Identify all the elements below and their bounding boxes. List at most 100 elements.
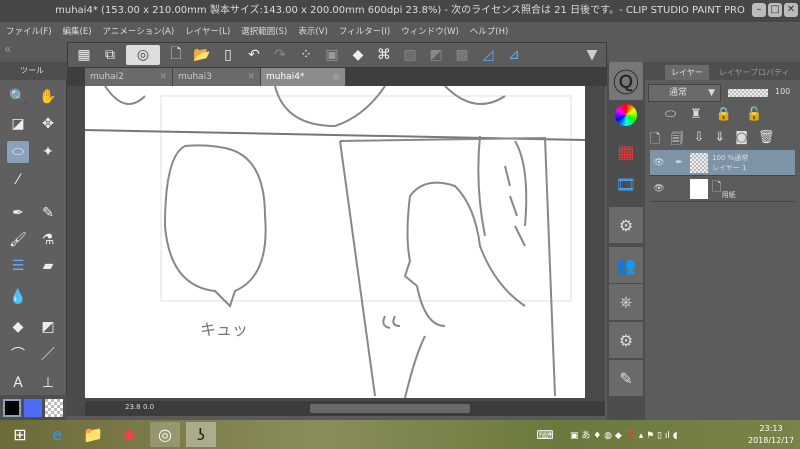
system-tray-icons[interactable]: ▣ あ ♦ ◍ ◆ ❓ ▴ ⚑ ▯ ıl ◖ xyxy=(570,428,677,441)
menu-selection[interactable]: 選択範囲(S) xyxy=(241,22,287,42)
redo-icon[interactable]: ↷ xyxy=(270,45,290,65)
chrome-icon[interactable]: ◉ xyxy=(114,422,144,447)
selection-border-icon[interactable]: ▩ xyxy=(452,45,472,65)
internet-explorer-icon[interactable]: e xyxy=(42,422,72,447)
clip-layer-icon[interactable]: ⬭ xyxy=(665,107,676,122)
grid-icon[interactable]: ▦ xyxy=(74,45,94,65)
opacity-value[interactable]: 100 xyxy=(775,87,790,96)
tool-property-icon[interactable]: ⚙ xyxy=(609,322,643,358)
pen-tool-icon[interactable]: ✒ xyxy=(7,202,29,224)
special-ruler-snap-icon[interactable]: ⊿ xyxy=(504,45,524,65)
deselect-icon[interactable]: ▨ xyxy=(400,45,420,65)
menu-layer[interactable]: レイヤー(L) xyxy=(185,22,230,42)
tab-muhai2[interactable]: muhai2 ✕ xyxy=(85,68,173,86)
tab-layer-property[interactable]: レイヤープロパティ xyxy=(713,65,796,80)
lock-icon[interactable]: 🔒 xyxy=(716,107,732,122)
file-explorer-icon[interactable]: 📁 xyxy=(78,422,108,447)
line-tool-icon[interactable]: ／ xyxy=(37,343,59,365)
balloon-tool-icon[interactable]: ⊥ xyxy=(37,372,59,394)
color-set-icon[interactable]: ▦ xyxy=(609,134,643,170)
windows-start-icon[interactable]: ⊞ xyxy=(5,422,35,447)
close-tab-icon[interactable]: ✕ xyxy=(159,68,167,86)
menu-edit[interactable]: 編集(E) xyxy=(63,22,92,42)
keyboard-icon[interactable]: ⌨ xyxy=(530,422,560,447)
new-folder-icon[interactable]: 🗐 xyxy=(670,130,683,152)
animation-timeline-icon[interactable]: 🎞 xyxy=(609,166,643,202)
layer-row[interactable]: 👁 ✒ 100 %通常 レイヤー 1 xyxy=(650,150,795,176)
minimize-button[interactable]: – xyxy=(752,3,766,17)
zoom-readout[interactable]: 23.8 xyxy=(125,403,141,411)
new-raster-layer-icon[interactable]: 🗋 xyxy=(650,130,660,152)
opacity-slider[interactable] xyxy=(728,89,768,97)
open-file-icon[interactable]: 📂 xyxy=(192,45,212,65)
brush-size-icon[interactable]: ✎ xyxy=(609,360,643,396)
ruler-snap-icon[interactable]: ◿ xyxy=(478,45,498,65)
merge-down-icon[interactable]: ⇩ xyxy=(693,130,704,152)
eraser-tool-icon[interactable]: ▰ xyxy=(37,255,59,277)
eyedropper-tool-icon[interactable]: ⁄ xyxy=(7,169,29,191)
sub-view-icon[interactable]: ⎈ xyxy=(609,284,643,320)
reference-layer-icon[interactable]: ♜ xyxy=(690,107,702,122)
decoration-tool-icon[interactable]: ☰ xyxy=(7,255,29,277)
transparent-color-swatch[interactable] xyxy=(45,399,63,417)
airbrush-tool-icon[interactable]: ⚗ xyxy=(37,229,59,251)
canvas-area[interactable]: キュッ 23.8 0.0 xyxy=(67,85,605,416)
tab-muhai3[interactable]: muhai3 ✕ xyxy=(173,68,261,86)
blend-mode-select[interactable]: 通常 ▼ xyxy=(648,84,721,102)
layer-mask-icon[interactable]: ◙ xyxy=(735,130,748,152)
horizontal-scrollbar[interactable] xyxy=(310,404,470,413)
transfer-down-icon[interactable]: ⇓ xyxy=(714,130,725,152)
selection-tool-icon[interactable]: ⬭ xyxy=(7,141,29,163)
blend-tool-icon[interactable]: 💧 xyxy=(7,286,29,308)
quick-access-icon[interactable]: Ⓠ xyxy=(609,62,643,100)
canvas-page[interactable]: キュッ xyxy=(84,85,586,399)
zoom-tool-icon[interactable]: 🔍 xyxy=(7,86,29,108)
brush-tool-icon[interactable]: 🖌 xyxy=(7,229,29,251)
clear-icon[interactable]: ⁘ xyxy=(296,45,316,65)
hand-tool-icon[interactable]: ✋ xyxy=(37,86,59,108)
rotation-readout[interactable]: 0.0 xyxy=(143,403,154,411)
fill-icon[interactable]: ◆ xyxy=(348,45,368,65)
save-icon[interactable]: ▯ xyxy=(218,45,238,65)
tab-muhai4[interactable]: muhai4* ● xyxy=(261,68,346,86)
toolbar-dropdown-icon[interactable]: ▼ xyxy=(582,45,602,65)
pencil-tool-icon[interactable]: ✎ xyxy=(37,202,59,224)
clip-studio-paint-icon[interactable]: ʖ xyxy=(186,422,216,447)
delete-layer-icon[interactable]: 🗑 xyxy=(758,130,775,152)
clear-outside-icon[interactable]: ▣ xyxy=(322,45,342,65)
window-mode-icon[interactable]: ⧉ xyxy=(100,45,120,65)
clock[interactable]: 23:13 2018/12/17 xyxy=(748,423,794,447)
close-tab-icon[interactable]: ✕ xyxy=(247,68,255,86)
menu-filter[interactable]: フィルター(I) xyxy=(339,22,390,42)
fill-tool-icon[interactable]: ◆ xyxy=(7,316,29,338)
transform-icon[interactable]: ⌘ xyxy=(374,45,394,65)
new-file-icon[interactable]: 🗋 xyxy=(166,45,186,65)
text-tool-icon[interactable]: A xyxy=(7,372,29,394)
operation-tool-icon[interactable]: ◪ xyxy=(7,113,29,135)
sub-color-swatch[interactable] xyxy=(24,399,42,417)
maximize-button[interactable]: □ xyxy=(768,3,782,17)
figure-tool-icon[interactable]: ⌒ xyxy=(7,343,29,365)
navigator-icon[interactable]: 👥 xyxy=(609,247,643,283)
undo-icon[interactable]: ↶ xyxy=(244,45,264,65)
menu-window[interactable]: ウィンドウ(W) xyxy=(401,22,459,42)
tab-layer[interactable]: レイヤー xyxy=(665,65,709,80)
lock-transparent-icon[interactable]: 🔓 xyxy=(746,107,762,122)
move-layer-tool-icon[interactable]: ✥ xyxy=(37,113,59,135)
material-icon[interactable]: ⚙ xyxy=(609,207,643,243)
close-button[interactable]: ✕ xyxy=(784,3,798,17)
magic-wand-tool-icon[interactable]: ✦ xyxy=(37,141,59,163)
eye-icon[interactable]: 👁 xyxy=(650,158,668,168)
invert-selection-icon[interactable]: ◩ xyxy=(426,45,446,65)
clip-studio-icon[interactable]: ◎ xyxy=(126,45,160,65)
gradient-tool-icon[interactable]: ◩ xyxy=(37,316,59,338)
menu-view[interactable]: 表示(V) xyxy=(298,22,327,42)
eye-icon[interactable]: 👁 xyxy=(650,184,668,194)
layer-row[interactable]: 👁 🗋 用紙 xyxy=(650,176,795,202)
main-color-swatch[interactable] xyxy=(3,399,21,417)
menu-file[interactable]: ファイル(F) xyxy=(6,22,52,42)
collapse-left-icon[interactable]: « xyxy=(0,42,67,62)
clip-studio-icon[interactable]: ◎ xyxy=(150,422,180,447)
color-wheel-icon[interactable] xyxy=(615,104,637,126)
menu-help[interactable]: ヘルプ(H) xyxy=(470,22,509,42)
